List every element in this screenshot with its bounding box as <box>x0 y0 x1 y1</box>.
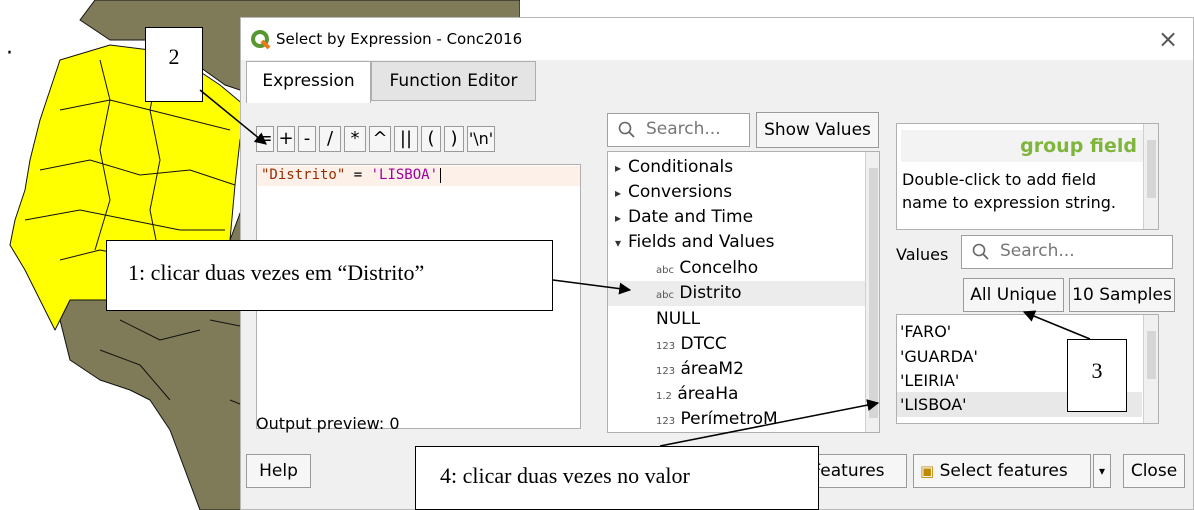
field-type-icon: 123 <box>656 366 676 377</box>
operator-minus-button[interactable]: - <box>298 126 316 152</box>
qgis-logo-icon <box>251 30 271 50</box>
text-caret <box>440 167 442 183</box>
expression-text: "Distrito" = 'LISBOA' <box>261 166 442 184</box>
operator-equals-button[interactable]: = <box>256 126 274 152</box>
tree-group-label: Fields and Values <box>628 232 775 252</box>
operator-concat-button[interactable]: || <box>394 126 418 152</box>
field-label: Concelho <box>679 258 759 278</box>
function-search-placeholder: Search... <box>646 119 721 139</box>
field-item-distrito[interactable]: abc Distrito <box>608 281 866 306</box>
tree-expand-icon: ▸ <box>614 161 622 175</box>
tree-group-fields-and-values[interactable]: ▾ Fields and Values <box>608 230 866 255</box>
help-heading: group field <box>901 130 1143 162</box>
field-item-null[interactable]: NULL <box>608 307 866 332</box>
tree-group-label: Conditionals <box>628 157 734 177</box>
tab-function-editor[interactable]: Function Editor <box>371 61 536 101</box>
callout-step-3: 3 <box>1067 339 1127 412</box>
tree-group-date-and-time[interactable]: ▸ Date and Time <box>608 205 866 230</box>
tree-group-label: Date and Time <box>628 207 754 227</box>
all-unique-button[interactable]: All Unique <box>963 278 1064 312</box>
dialog-title: Select by Expression - Conc2016 <box>276 30 523 48</box>
field-label: Distrito <box>679 283 742 303</box>
output-preview: Output preview: 0 <box>256 414 400 433</box>
values-search-input[interactable]: Search... <box>961 235 1173 269</box>
tree-collapse-icon: ▾ <box>614 236 622 250</box>
operator-close-paren-button[interactable]: ) <box>444 126 464 152</box>
operator-multiply-button[interactable]: * <box>344 126 366 152</box>
tree-scrollbar[interactable] <box>865 152 879 432</box>
close-button[interactable]: Close <box>1123 454 1185 488</box>
select-features-label: Select features <box>939 461 1068 481</box>
help-button[interactable]: Help <box>246 454 311 488</box>
ten-samples-button[interactable]: 10 Samples <box>1069 278 1175 312</box>
title-bar: Select by Expression - Conc2016 × <box>241 18 1193 60</box>
operator-power-button[interactable]: ^ <box>369 126 391 152</box>
tree-group-conversions[interactable]: ▸ Conversions <box>608 180 866 205</box>
help-scrollbar-thumb[interactable] <box>1147 140 1156 198</box>
tree-group-label: Conversions <box>628 182 733 202</box>
field-type-icon: abc <box>656 265 674 276</box>
help-description: Double-click to add field name to expres… <box>902 170 1117 212</box>
function-search-input[interactable]: Search... <box>607 113 750 147</box>
values-label: Values <box>896 245 949 264</box>
tab-expression[interactable]: Expression <box>246 61 371 103</box>
field-item-dtcc[interactable]: 123 DTCC <box>608 332 866 357</box>
values-search-placeholder: Search... <box>1000 241 1075 261</box>
tree-scrollbar-thumb[interactable] <box>869 168 878 418</box>
map-dot: · <box>6 41 13 66</box>
function-tree[interactable]: ▸ Conditionals ▸ Conversions ▸ Date and Tim… <box>607 151 880 433</box>
close-window-icon[interactable]: × <box>1153 24 1183 54</box>
search-icon <box>972 243 989 260</box>
tree-expand-icon: ▸ <box>614 186 622 200</box>
help-scrollbar[interactable] <box>1143 124 1158 229</box>
operator-divide-button[interactable]: / <box>319 126 341 152</box>
field-type-icon: 123 <box>656 341 676 352</box>
tree-expand-icon: ▸ <box>614 211 622 225</box>
select-features-button[interactable]: ▣ Select features <box>913 454 1091 488</box>
callout-step-1: 1: clicar duas vezes em “Distrito” <box>106 240 553 311</box>
select-features-dropdown-button[interactable]: ▾ <box>1093 454 1111 488</box>
field-label: PerímetroM <box>680 409 778 429</box>
select-features-icon: ▣ <box>920 462 935 480</box>
operator-open-paren-button[interactable]: ( <box>421 126 441 152</box>
expression-operator: = <box>345 167 371 183</box>
field-label: DTCC <box>680 334 727 354</box>
expression-field: "Distrito" <box>261 167 346 183</box>
callout-step-4: 4: clicar duas vezes no valor <box>415 446 819 510</box>
operator-plus-button[interactable]: + <box>277 126 295 152</box>
field-item-aream2[interactable]: 123 áreaM2 <box>608 357 866 382</box>
search-icon <box>618 121 635 138</box>
help-panel: group field Double-click to add field na… <box>896 123 1159 230</box>
field-item-concelho[interactable]: abc Concelho <box>608 256 866 281</box>
field-type-icon: abc <box>656 290 674 301</box>
operator-newline-button[interactable]: '\n' <box>467 126 495 152</box>
values-scrollbar-thumb[interactable] <box>1147 331 1156 379</box>
field-item-perimetrom[interactable]: 123 PerímetroM <box>608 407 866 432</box>
field-type-icon: 123 <box>656 416 676 427</box>
field-item-areaha[interactable]: 1.2 áreaHa <box>608 382 866 407</box>
values-scrollbar[interactable] <box>1143 315 1158 423</box>
tree-group-conditionals[interactable]: ▸ Conditionals <box>608 155 866 180</box>
show-values-button[interactable]: Show Values <box>756 112 879 148</box>
field-type-icon: 1.2 <box>656 391 672 402</box>
chevron-down-icon: ▾ <box>1098 464 1106 478</box>
callout-step-2: 2 <box>145 27 203 102</box>
field-label: áreaHa <box>677 384 739 404</box>
field-label: áreaM2 <box>680 359 744 379</box>
expression-value: 'LISBOA' <box>370 167 439 183</box>
field-label: NULL <box>656 309 701 329</box>
